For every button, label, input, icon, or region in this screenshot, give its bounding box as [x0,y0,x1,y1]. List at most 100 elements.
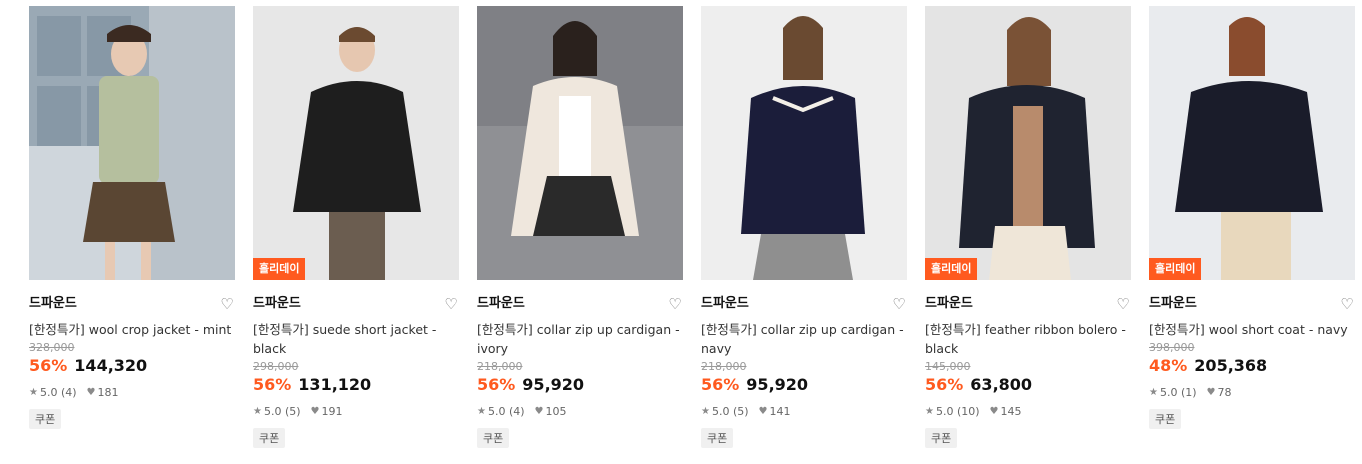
price-row: 56% 144,320 [29,356,235,375]
discount-percent: 56% [925,375,964,394]
product-card-6[interactable]: 홀리데이 드파운드 ♡ [한정특가] wool short coat - nav… [1149,6,1355,429]
original-price: 218,000 [477,360,523,373]
original-price: 328,000 [29,341,75,354]
star-icon: ★ [925,406,934,417]
brand-name[interactable]: 드파운드 [29,296,77,312]
product-photo-6 [1149,6,1355,280]
heart-outline-icon[interactable]: ♡ [1339,296,1355,312]
product-card-1[interactable]: 드파운드 ♡ [한정특가] wool crop jacket - mint 32… [29,6,235,429]
rating: ★ 5.0 (4) [477,405,525,418]
heart-small-icon: ♥ [989,406,999,417]
rating-text: 5.0 (4) [487,405,525,418]
rating: ★ 5.0 (10) [925,405,980,418]
star-icon: ★ [477,406,486,417]
rating: ★ 5.0 (4) [29,386,77,399]
likes-count: 105 [545,405,567,418]
discount-percent: 56% [477,375,516,394]
brand-row: 드파운드 ♡ [253,296,459,312]
rating: ★ 5.0 (5) [253,405,301,418]
product-card-4[interactable]: 드파운드 ♡ [한정특가] collar zip up cardigan - n… [701,6,907,448]
meta-row: ★ 5.0 (4) ♥ 105 [477,405,683,418]
brand-name[interactable]: 드파운드 [253,296,301,312]
product-card-5[interactable]: 홀리데이 드파운드 ♡ [한정특가] feather ribbon bolero… [925,6,1131,448]
heart-small-icon: ♥ [534,406,544,417]
original-price: 218,000 [701,360,747,373]
product-name[interactable]: [한정특가] collar zip up cardigan - navy [701,320,907,358]
product-card-3[interactable]: 드파운드 ♡ [한정특가] collar zip up cardigan - i… [477,6,683,448]
heart-outline-icon[interactable]: ♡ [219,296,235,312]
star-icon: ★ [701,406,710,417]
star-icon: ★ [29,387,38,398]
price-row: 56% 95,920 [701,375,907,394]
heart-small-icon: ♥ [86,387,96,398]
coupon-badge[interactable]: 쿠폰 [925,428,958,448]
heart-outline-icon[interactable]: ♡ [891,296,907,312]
rating-text: 5.0 (10) [935,405,980,418]
discount-percent: 56% [701,375,740,394]
likes-count: 181 [97,386,119,399]
price-row: 56% 131,120 [253,375,459,394]
discount-percent: 56% [253,375,292,394]
coupon-badge[interactable]: 쿠폰 [29,409,62,429]
product-name[interactable]: [한정특가] wool crop jacket - mint [29,320,235,339]
product-image-1[interactable] [29,6,235,280]
sale-price: 144,320 [74,356,148,375]
meta-row: ★ 5.0 (5) ♥ 191 [253,405,459,418]
original-price: 145,000 [925,360,971,373]
product-image-2[interactable]: 홀리데이 [253,6,459,280]
brand-row: 드파운드 ♡ [701,296,907,312]
meta-row: ★ 5.0 (1) ♥ 78 [1149,386,1355,399]
product-name[interactable]: [한정특가] suede short jacket - black [253,320,459,358]
brand-name[interactable]: 드파운드 [701,296,749,312]
coupon-badge[interactable]: 쿠폰 [477,428,510,448]
original-price: 398,000 [1149,341,1195,354]
price-row: 48% 205,368 [1149,356,1355,375]
likes: ♥ 141 [759,405,791,418]
brand-name[interactable]: 드파운드 [477,296,525,312]
rating-text: 5.0 (5) [263,405,301,418]
rating: ★ 5.0 (5) [701,405,749,418]
price-row: 56% 95,920 [477,375,683,394]
holiday-badge: 홀리데이 [1149,258,1202,280]
sale-price: 95,920 [522,375,585,394]
product-photo-4 [701,6,907,280]
rating-text: 5.0 (5) [711,405,749,418]
brand-name[interactable]: 드파운드 [925,296,973,312]
product-image-3[interactable] [477,6,683,280]
sale-price: 205,368 [1194,356,1268,375]
coupon-badge[interactable]: 쿠폰 [701,428,734,448]
product-image-6[interactable]: 홀리데이 [1149,6,1355,280]
likes-count: 145 [1000,405,1022,418]
discount-percent: 56% [29,356,68,375]
likes: ♥ 191 [311,405,343,418]
product-image-5[interactable]: 홀리데이 [925,6,1131,280]
heart-outline-icon[interactable]: ♡ [1115,296,1131,312]
meta-row: ★ 5.0 (10) ♥ 145 [925,405,1131,418]
coupon-badge[interactable]: 쿠폰 [1149,409,1182,429]
holiday-badge: 홀리데이 [925,258,978,280]
product-name[interactable]: [한정특가] wool short coat - navy [1149,320,1355,339]
heart-outline-icon[interactable]: ♡ [667,296,683,312]
likes: ♥ 145 [990,405,1022,418]
product-name[interactable]: [한정특가] collar zip up cardigan - ivory [477,320,683,358]
coupon-badge[interactable]: 쿠폰 [253,428,286,448]
sale-price: 131,120 [298,375,372,394]
sale-price: 63,800 [970,375,1033,394]
meta-row: ★ 5.0 (5) ♥ 141 [701,405,907,418]
product-name[interactable]: [한정특가] feather ribbon bolero - black [925,320,1131,358]
discount-percent: 48% [1149,356,1188,375]
meta-row: ★ 5.0 (4) ♥ 181 [29,386,235,399]
rating-text: 5.0 (1) [1159,386,1197,399]
star-icon: ★ [253,406,262,417]
heart-small-icon: ♥ [310,406,320,417]
product-photo-1 [29,6,235,280]
original-price: 298,000 [253,360,299,373]
brand-name[interactable]: 드파운드 [1149,296,1197,312]
star-icon: ★ [1149,387,1158,398]
brand-row: 드파운드 ♡ [1149,296,1355,312]
heart-outline-icon[interactable]: ♡ [443,296,459,312]
product-photo-2 [253,6,459,280]
product-card-2[interactable]: 홀리데이 드파운드 ♡ [한정특가] suede short jacket - … [253,6,459,448]
brand-row: 드파운드 ♡ [29,296,235,312]
product-image-4[interactable] [701,6,907,280]
